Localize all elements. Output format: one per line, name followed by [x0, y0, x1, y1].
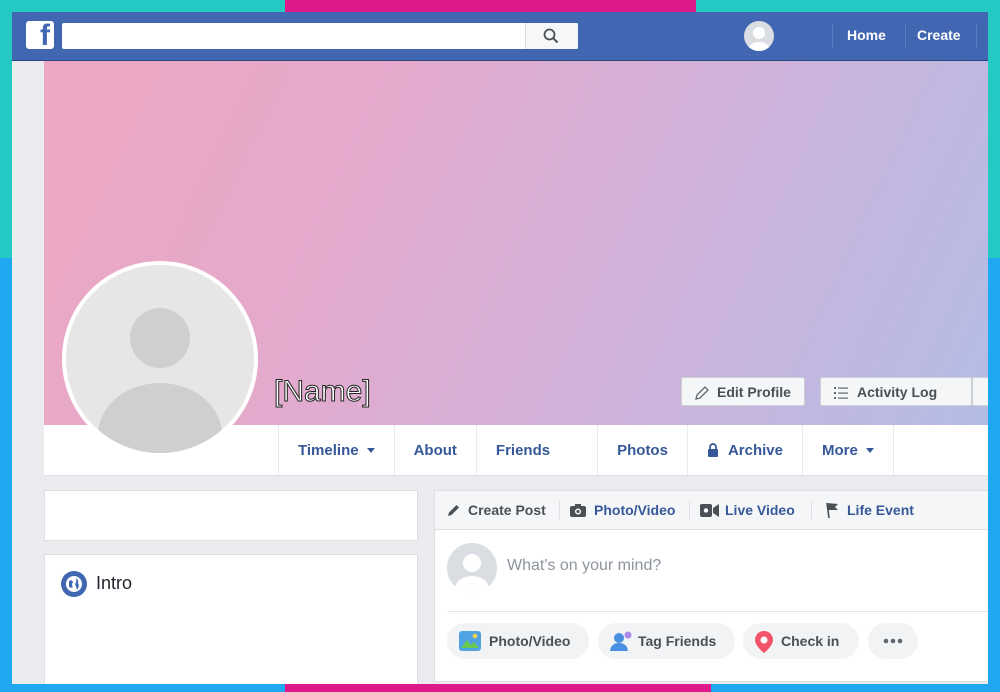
nav-divider [905, 24, 906, 48]
left-empty-card [44, 490, 418, 541]
tab-label: Timeline [298, 441, 359, 459]
tab-about[interactable]: About [393, 425, 476, 475]
list-icon [834, 387, 848, 399]
edit-profile-button[interactable]: Edit Profile [681, 377, 805, 406]
top-navigation-bar: f Home Create [12, 12, 988, 61]
user-avatar-icon[interactable] [744, 21, 774, 51]
search-bar [62, 23, 578, 49]
tab-label: About [413, 441, 457, 459]
frame-teal-top-right [696, 0, 1000, 12]
map-pin-icon [755, 631, 773, 653]
tab-divider [559, 501, 560, 519]
pencil-icon [695, 386, 709, 400]
ellipsis-icon [883, 638, 903, 644]
life-event-tab[interactable]: Life Event [847, 502, 914, 518]
edit-profile-label: Edit Profile [717, 384, 791, 400]
tab-label: Photos [617, 441, 668, 459]
tab-label: Friends [495, 441, 551, 459]
more-options-button[interactable] [972, 377, 988, 406]
composer-divider [447, 611, 988, 612]
nav-divider [976, 24, 977, 48]
composer-tabs: Create Post Photo/Video Live Video Life … [435, 491, 988, 530]
frame-pink-bottom [285, 684, 711, 692]
tag-friends-icon [610, 631, 632, 651]
photo-video-button[interactable]: Photo/Video [447, 623, 589, 659]
frame-teal-left [0, 0, 12, 258]
nav-divider [832, 24, 833, 48]
default-avatar-icon [66, 265, 254, 453]
frame-pink-top [285, 0, 696, 12]
post-composer: Create Post Photo/Video Live Video Life … [434, 490, 988, 682]
activity-log-button[interactable]: Activity Log [820, 377, 972, 406]
pencil-icon [448, 505, 459, 516]
profile-tabs: Timeline About Friends Photos Archive Mo… [278, 425, 894, 475]
post-text-input[interactable]: What's on your mind? [507, 557, 661, 575]
tab-divider [689, 501, 690, 519]
caret-down-icon [865, 447, 874, 453]
intro-card: Intro [44, 554, 418, 684]
activity-log-label: Activity Log [857, 384, 938, 400]
tab-timeline[interactable]: Timeline [278, 425, 394, 475]
photo-video-tab[interactable]: Photo/Video [594, 502, 675, 518]
tab-label: Archive [727, 441, 783, 459]
check-in-label: Check in [781, 633, 840, 649]
tab-friends[interactable]: Friends [475, 425, 597, 475]
user-avatar-icon [447, 543, 497, 593]
nav-create-link[interactable]: Create [917, 27, 961, 43]
tag-friends-label: Tag Friends [638, 633, 717, 649]
intro-heading: Intro [96, 573, 133, 593]
live-video-tab[interactable]: Live Video [725, 502, 795, 518]
tab-photos[interactable]: Photos [597, 425, 687, 475]
facebook-logo-icon[interactable]: f [26, 21, 54, 51]
more-actions-button[interactable] [868, 623, 918, 659]
video-camera-icon [700, 504, 719, 517]
profile-name: [Name] [274, 375, 372, 409]
search-button[interactable] [525, 23, 578, 49]
photo-video-label: Photo/Video [489, 633, 571, 649]
facebook-profile-window: f Home Create [Name] Edit Profile Activi… [12, 12, 988, 684]
profile-picture[interactable] [62, 261, 258, 457]
photo-icon [459, 631, 481, 651]
frame-teal-right [988, 0, 1000, 258]
flag-icon [826, 502, 838, 518]
tab-archive[interactable]: Archive [686, 425, 802, 475]
tab-divider [811, 501, 812, 519]
globe-icon [61, 571, 87, 597]
nav-home-link[interactable]: Home [847, 27, 886, 43]
camera-icon [570, 504, 586, 517]
create-post-tab[interactable]: Create Post [468, 502, 546, 518]
search-input[interactable] [62, 23, 538, 49]
tab-more[interactable]: More [801, 425, 894, 475]
search-icon [543, 28, 559, 44]
lock-icon [707, 443, 718, 457]
tag-friends-button[interactable]: Tag Friends [598, 623, 735, 659]
caret-down-icon [366, 447, 375, 453]
check-in-button[interactable]: Check in [743, 623, 859, 659]
frame-teal-top-left [0, 0, 285, 12]
tab-label: More [821, 441, 858, 459]
